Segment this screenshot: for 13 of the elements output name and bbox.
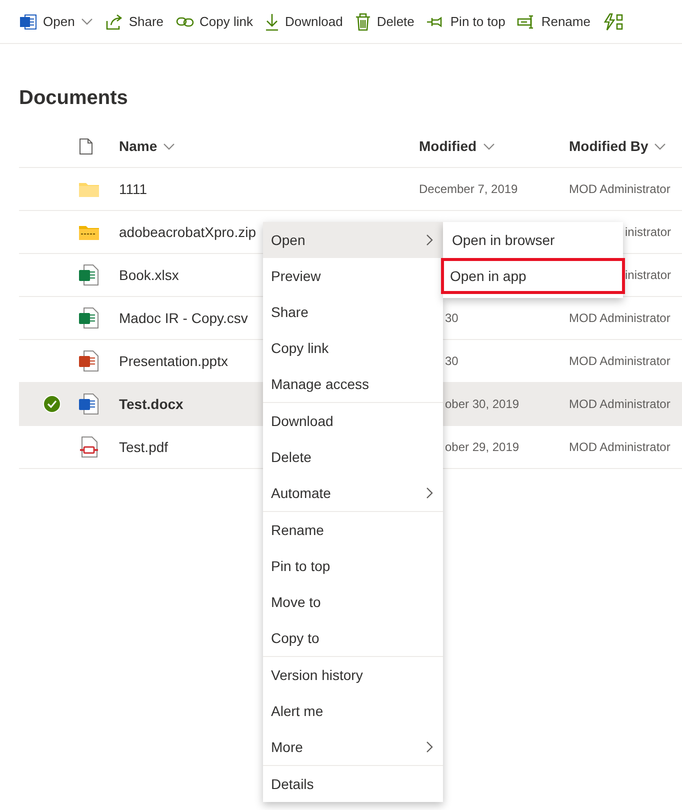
modified-date: ober 29, 2019 bbox=[445, 440, 520, 454]
modified-by: MOD Administrator bbox=[569, 311, 670, 325]
modified-date: 30 bbox=[445, 354, 458, 368]
page-title: Documents bbox=[19, 86, 129, 111]
modified-by: MOD Administrator bbox=[569, 354, 670, 368]
modified-by: inistrator bbox=[625, 225, 672, 239]
modified-date: ober 30, 2019 bbox=[445, 397, 520, 411]
modified-by: inistrator bbox=[625, 268, 672, 282]
modified-by: MOD Administrator bbox=[569, 182, 670, 196]
modified-date: 30 bbox=[445, 311, 458, 325]
modified-by: MOD Administrator bbox=[569, 397, 670, 411]
modified-date: December 7, 2019 bbox=[419, 182, 518, 196]
modified-by: MOD Administrator bbox=[569, 440, 670, 454]
